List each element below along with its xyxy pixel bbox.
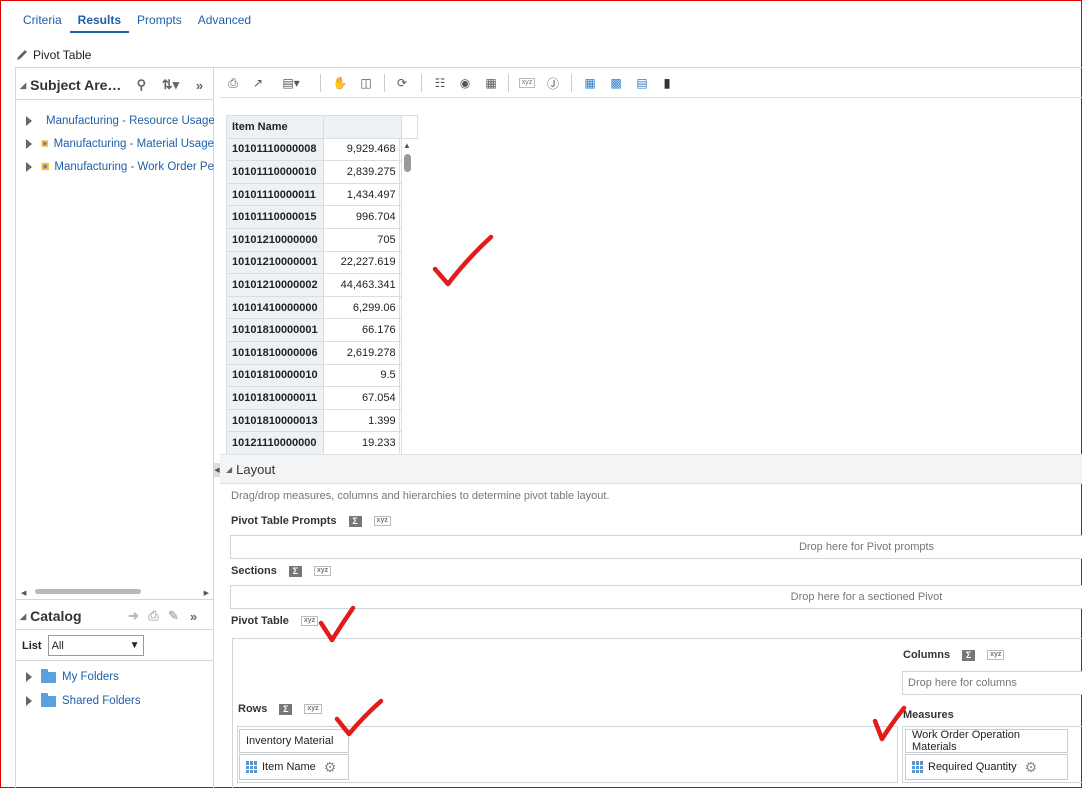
checkmark-annotation bbox=[334, 698, 384, 737]
checkmark-annotation bbox=[872, 705, 907, 742]
checkmark-annotation bbox=[432, 234, 494, 287]
annotation-layer bbox=[318, 234, 907, 742]
checkmark-annotation bbox=[318, 605, 356, 643]
